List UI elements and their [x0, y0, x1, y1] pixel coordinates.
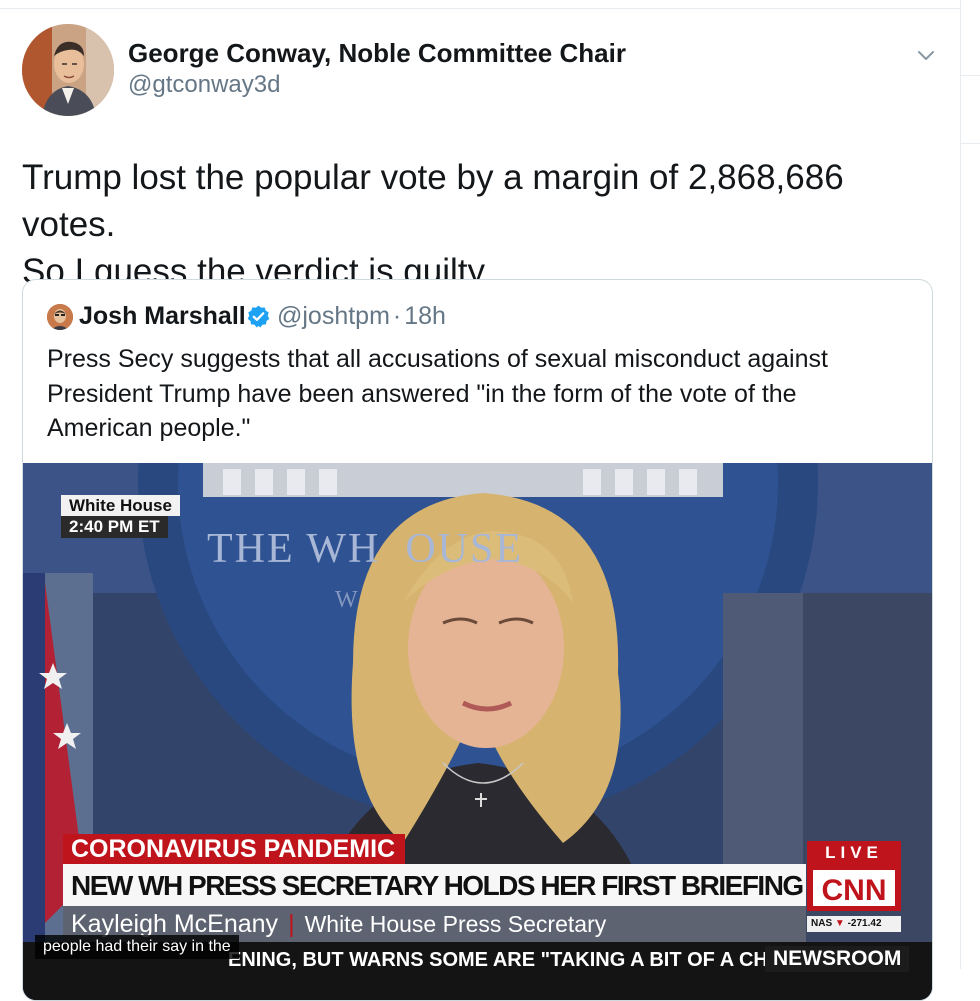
- cnn-logo-icon: CNN: [813, 870, 895, 907]
- headline-banner: NEW WH PRESS SECRETARY HOLDS HER FIRST B…: [63, 864, 806, 906]
- market-label: NAS: [811, 918, 833, 929]
- author-display-name[interactable]: George Conway, Noble Committee Chair: [128, 38, 626, 69]
- time-bug: 2:40 PM ET: [61, 516, 168, 538]
- lower-third-divider: |: [288, 910, 295, 938]
- quoted-author-avatar[interactable]: [47, 304, 73, 330]
- network-logo-text: CNN: [822, 874, 887, 907]
- tweet-text-line: Trump lost the popular vote by a margin …: [22, 158, 844, 244]
- live-badge: LIVE: [807, 841, 901, 865]
- quoted-tweet-time[interactable]: 18h: [404, 302, 446, 330]
- author-avatar-illustration: [22, 24, 114, 116]
- quoted-author-name[interactable]: Josh Marshall: [79, 302, 246, 331]
- closed-caption: people had their say in the: [35, 935, 239, 959]
- timeline-divider: [0, 8, 960, 9]
- video-player[interactable]: White House 2:40 PM ET THE WH OUSE W COR…: [23, 463, 932, 1000]
- market-ticker: NAS ▼ -271.42: [807, 916, 901, 932]
- quoted-author-avatar-illustration: [47, 304, 73, 330]
- meta-separator: ·: [392, 302, 402, 330]
- backdrop-sign-subtext: W: [335, 587, 358, 613]
- author-avatar[interactable]: [22, 24, 114, 116]
- backdrop-sign-text: THE WH OUSE: [207, 526, 524, 572]
- market-down-arrow-icon: ▼: [834, 918, 845, 929]
- quoted-tweet-card[interactable]: Josh Marshall @joshtpm · 18h Press Secy su…: [22, 279, 933, 1001]
- headline-tag: CORONAVIRUS PANDEMIC: [63, 834, 406, 864]
- location-bug: White House: [61, 495, 180, 516]
- quoted-author-meta: @joshtpm · 18h: [277, 302, 446, 331]
- speaker-name: Kayleigh McEnany: [71, 910, 279, 938]
- location-time-bug: White House 2:40 PM ET: [61, 495, 180, 538]
- program-name: NEWSROOM: [765, 946, 910, 972]
- right-column-divider: [961, 143, 980, 144]
- speaker-title: White House Press Secretary: [304, 911, 607, 937]
- right-column-edge: [960, 0, 980, 969]
- network-logo: CNN: [807, 865, 901, 911]
- verified-badge-icon: [246, 304, 271, 329]
- chevron-down-icon[interactable]: [913, 42, 939, 68]
- quoted-author-handle[interactable]: @joshtpm: [277, 302, 390, 330]
- tweet-text: Trump lost the popular vote by a margin …: [22, 154, 942, 295]
- right-column-divider: [961, 75, 980, 76]
- author-handle[interactable]: @gtconway3d: [128, 71, 280, 99]
- market-value: -271.42: [847, 918, 882, 929]
- quoted-tweet-text: Press Secy suggests that all accusations…: [47, 345, 828, 442]
